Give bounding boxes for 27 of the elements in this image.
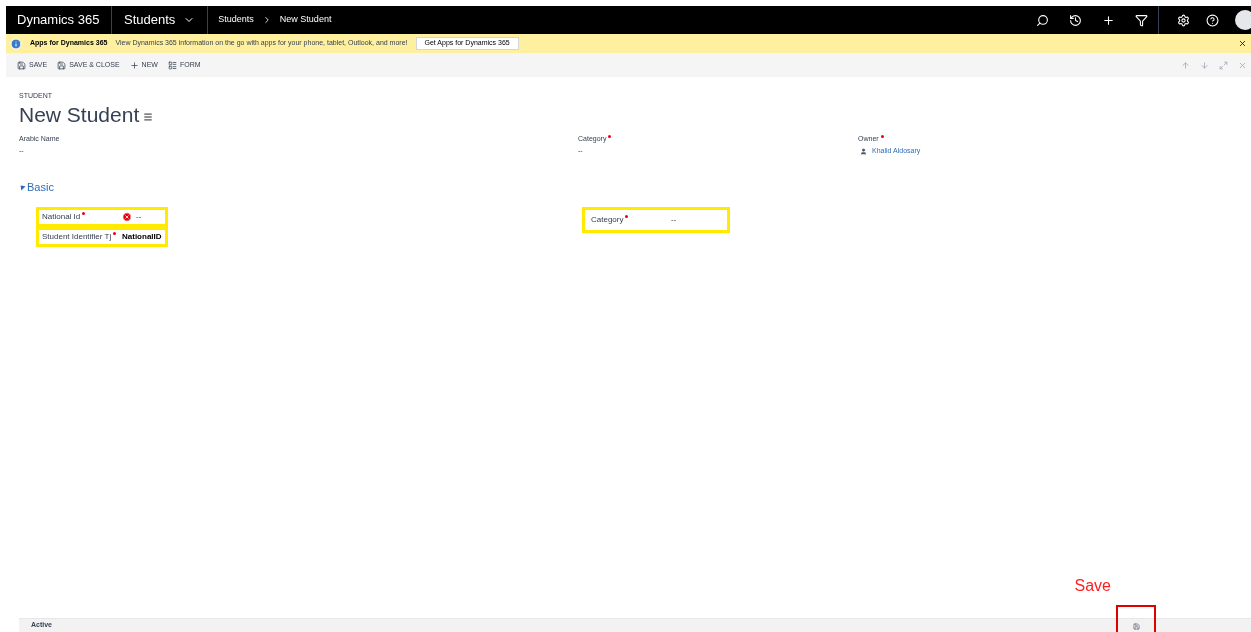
info-icon — [10, 37, 22, 50]
filter-icon[interactable] — [1135, 13, 1148, 27]
field-label: Category — [591, 214, 671, 227]
user-icon — [860, 148, 867, 155]
close-icon[interactable] — [1238, 39, 1247, 48]
form-menu-icon[interactable] — [143, 111, 154, 122]
field-label: Student Identifier Tj — [42, 231, 122, 244]
field-value[interactable]: NationalID — [122, 231, 162, 244]
avatar-icon[interactable] — [1235, 10, 1251, 30]
breadcrumb-item[interactable]: New Student — [279, 13, 332, 27]
field-label: National Id — [42, 211, 122, 224]
collapse-triangle-icon[interactable] — [18, 183, 26, 191]
field-value[interactable]: -- — [136, 211, 142, 224]
area-menu[interactable]: Students — [124, 10, 176, 30]
annotation-label: Save — [1074, 576, 1111, 596]
section-title[interactable]: Basic — [27, 178, 54, 196]
history-icon[interactable] — [1069, 13, 1082, 27]
search-icon[interactable] — [1036, 13, 1049, 27]
help-icon[interactable] — [1206, 13, 1219, 27]
plus-icon[interactable] — [1102, 13, 1115, 27]
plus-icon — [129, 60, 139, 70]
field-value[interactable]: -- — [671, 214, 677, 227]
form-icon — [167, 60, 177, 70]
app-title[interactable]: Dynamics 365 — [6, 10, 111, 30]
breadcrumb-item[interactable]: Students — [218, 13, 254, 27]
record-title: New Student — [19, 101, 140, 128]
settings-icon[interactable] — [1177, 13, 1190, 27]
